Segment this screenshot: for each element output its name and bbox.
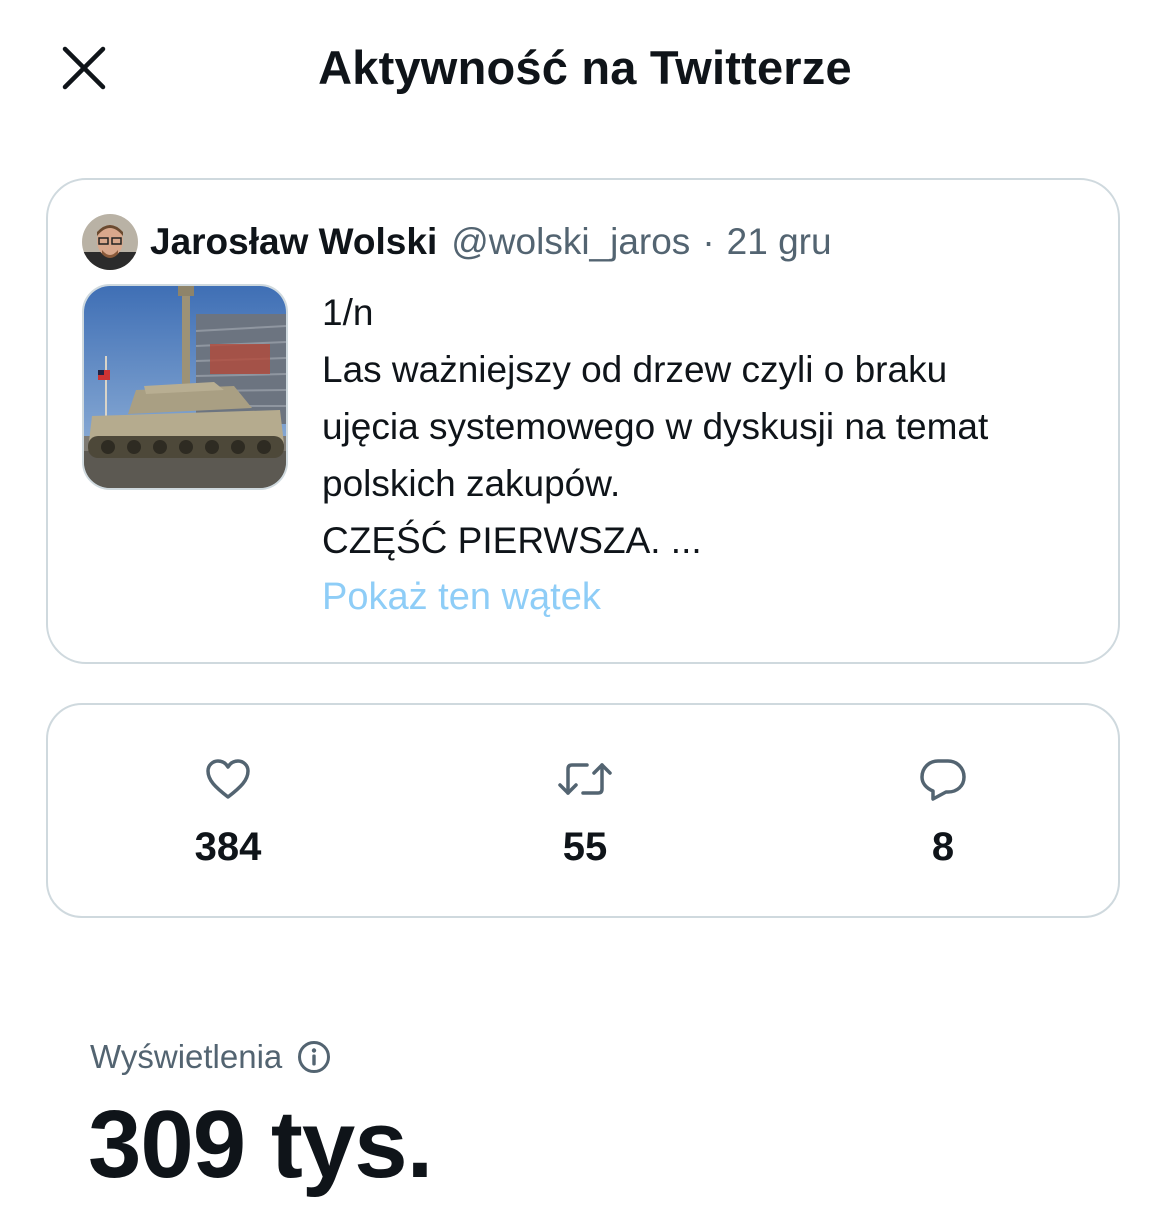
tweet-date[interactable]: 21 gru bbox=[727, 221, 832, 263]
views-info-button[interactable] bbox=[296, 1039, 332, 1075]
header: Aktywność na Twitterze bbox=[0, 0, 1170, 140]
tweet-card[interactable]: Jarosław Wolski @wolski_jaros · 21 gru 1… bbox=[46, 178, 1120, 664]
retweets-stat[interactable]: 55 bbox=[485, 755, 685, 870]
tweet-text: 1/n Las ważniejszy od drzew czyli o brak… bbox=[322, 284, 1102, 569]
tweet-text-line: ujęcia systemowego w dyskusji na temat bbox=[322, 406, 989, 447]
like-button[interactable] bbox=[128, 755, 328, 803]
tweet-text-line: CZĘŚĆ PIERWSZA. ... bbox=[322, 520, 702, 561]
likes-stat[interactable]: 384 bbox=[128, 755, 328, 870]
retweet-button[interactable] bbox=[485, 755, 685, 803]
tweet-author-row: Jarosław Wolski @wolski_jaros · 21 gru bbox=[82, 214, 832, 270]
likes-count: 384 bbox=[194, 825, 262, 869]
author-handle[interactable]: @wolski_jaros bbox=[451, 221, 690, 263]
info-icon bbox=[298, 1041, 331, 1073]
show-thread-link[interactable]: Pokaż ten wątek bbox=[322, 576, 601, 619]
views-label-row: Wyświetlenia bbox=[90, 1038, 332, 1076]
tweet-media-thumbnail[interactable] bbox=[82, 284, 288, 490]
heart-icon bbox=[206, 759, 250, 799]
views-count: 309 tys. bbox=[88, 1091, 433, 1198]
replies-count: 8 bbox=[931, 825, 955, 869]
tweet-text-line: polskich zakupów. bbox=[322, 463, 621, 504]
retweet-icon bbox=[558, 763, 612, 795]
tank-photo bbox=[84, 286, 286, 488]
retweets-count: 55 bbox=[562, 825, 608, 869]
reply-button[interactable] bbox=[843, 755, 1043, 803]
page-title: Aktywność na Twitterze bbox=[318, 41, 852, 94]
tweet-text-line: Las ważniejszy od drzew czyli o braku bbox=[322, 349, 948, 390]
author-name[interactable]: Jarosław Wolski bbox=[150, 221, 437, 263]
avatar[interactable] bbox=[82, 214, 138, 270]
engagement-stats: 384 55 8 bbox=[46, 703, 1120, 918]
separator-dot: · bbox=[702, 221, 715, 262]
replies-stat[interactable]: 8 bbox=[843, 755, 1043, 870]
avatar-image bbox=[82, 214, 138, 270]
tweet-text-line: 1/n bbox=[322, 292, 374, 333]
reply-icon bbox=[920, 759, 966, 801]
views-label: Wyświetlenia bbox=[90, 1038, 283, 1075]
